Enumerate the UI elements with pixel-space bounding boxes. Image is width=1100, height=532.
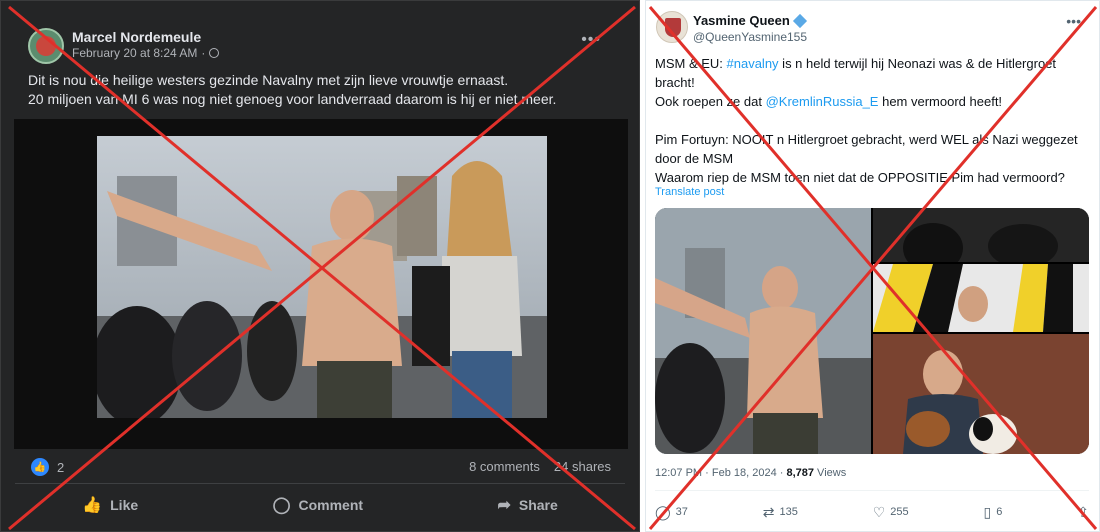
verified-badge-icon (792, 13, 807, 28)
divider (655, 490, 1089, 491)
views-label: Views (814, 467, 847, 479)
globe-icon (209, 48, 220, 58)
repost-icon: ⇄ (762, 503, 775, 520)
post-text: MSM & EU: #navalny is n held terwijl hij… (655, 54, 1085, 187)
comment-bubble-icon: ◯ (272, 497, 291, 514)
like-reaction-icon: 👍 (31, 458, 49, 476)
bookmark-count: 6 (996, 506, 1003, 518)
share-icon: ⇪ (1077, 503, 1089, 520)
author-name[interactable]: Marcel Nordemeule (72, 29, 201, 45)
thumbs-up-icon: 👍 (82, 497, 103, 514)
post-text-line: 20 miljoen van MI 6 was nog niet genoeg … (28, 91, 557, 107)
post-photo[interactable] (97, 136, 547, 418)
like-label: Like (110, 497, 139, 513)
translate-post-link[interactable]: Translate post (655, 186, 724, 198)
time-text: 12:07 PM · Feb 18, 2024 · (655, 467, 787, 479)
media-grid (655, 208, 1089, 454)
text-segment: hem vermoord heeft! (878, 94, 1003, 109)
heart-icon: ♡ (872, 503, 886, 520)
post-text-line: Ook roepen ze dat @KremlinRussia_E hem v… (655, 92, 1085, 111)
share-arrow-icon: ➦ (497, 497, 511, 514)
post-timestamp[interactable]: February 20 at 8:24 AM (72, 46, 197, 60)
more-options-icon[interactable]: ••• (1066, 13, 1081, 29)
comment-button[interactable]: ◯ Comment (273, 495, 363, 515)
hashtag-link[interactable]: #navalny (727, 56, 779, 71)
mention-link[interactable]: @KremlinRussia_E (766, 94, 879, 109)
views-count: 8,787 (786, 467, 814, 479)
bookmark-icon: ▯ (983, 503, 992, 520)
post-text-line: Pim Fortuyn: NOOIT n Hitlergroet gebrach… (655, 132, 1078, 166)
shares-count[interactable]: 24 shares (554, 459, 611, 474)
text-segment: Ook roepen ze dat (655, 94, 766, 109)
share-button[interactable]: ⇪ (1077, 504, 1089, 521)
facebook-post: Marcel Nordemeule February 20 at 8:24 AM… (0, 0, 640, 532)
media-image-1[interactable] (655, 208, 871, 454)
post-text: Dit is nou die heilige westers gezinde N… (28, 71, 618, 109)
reply-button[interactable]: ◯ 37 (655, 504, 688, 521)
like-count: 255 (890, 506, 909, 518)
more-options-icon[interactable]: ••• (581, 31, 601, 49)
comment-label: Comment (298, 497, 364, 513)
engagement-counts: 8 comments 24 shares (469, 459, 611, 474)
x-post: Yasmine Queen @QueenYasmine155 ••• MSM &… (645, 0, 1100, 532)
action-bar: 👍 Like ◯ Comment ➦ Share (15, 487, 625, 523)
bookmark-button[interactable]: ▯ 6 (984, 504, 1003, 521)
author-avatar[interactable] (656, 11, 688, 43)
text-segment: MSM & EU: (655, 56, 727, 71)
media-image-3[interactable] (873, 264, 1089, 332)
post-timestamp[interactable]: 12:07 PM · Feb 18, 2024 · 8,787 Views (655, 467, 846, 479)
reaction-summary[interactable]: 👍 2 (31, 458, 64, 476)
post-text-line: Waarom riep de MSM toen niet dat de OPPO… (655, 170, 1065, 185)
post-text-line: Dit is nou die heilige westers gezinde N… (28, 72, 509, 88)
user-handle[interactable]: @QueenYasmine155 (693, 30, 807, 44)
media-image-2[interactable] (873, 208, 1089, 262)
reaction-count: 2 (57, 459, 65, 475)
share-label: Share (518, 497, 558, 513)
display-name-text: Yasmine Queen (693, 13, 790, 28)
engagement-bar: ◯ 37 ⇄ 135 ♡ 255 ▯ 6 ⇪ (655, 501, 1089, 523)
reply-icon: ◯ (655, 503, 671, 520)
post-text-line: MSM & EU: #navalny is n held terwijl hij… (655, 54, 1085, 92)
share-button[interactable]: ➦ Share (497, 495, 557, 515)
like-button[interactable]: ♡ 255 (873, 504, 909, 521)
display-name[interactable]: Yasmine Queen (693, 13, 807, 28)
repost-button[interactable]: ⇄ 135 (763, 504, 798, 521)
repost-count: 135 (779, 506, 798, 518)
post-meta: February 20 at 8:24 AM · (72, 46, 220, 60)
like-button[interactable]: 👍 Like (82, 495, 138, 515)
author-avatar[interactable] (28, 28, 64, 64)
comments-count[interactable]: 8 comments (469, 459, 540, 474)
media-image-4[interactable] (873, 334, 1089, 454)
divider (15, 483, 625, 484)
reply-count: 37 (675, 506, 688, 518)
